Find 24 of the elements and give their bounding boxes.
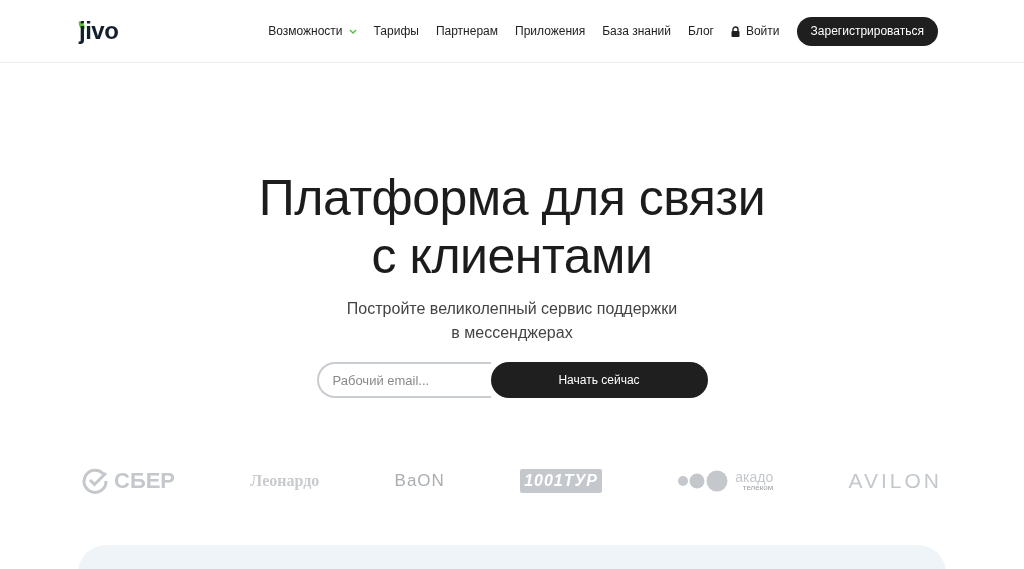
nav-link[interactable]: База знаний xyxy=(602,22,671,40)
lock-icon xyxy=(730,25,740,37)
nav-link[interactable]: Возможности xyxy=(268,22,357,40)
check-circle-icon xyxy=(82,467,108,494)
client-logo-subtext: телеком xyxy=(742,483,774,492)
circles-icon xyxy=(677,469,730,492)
client-logo-text: AVILON xyxy=(848,467,942,494)
client-logo-text: акадо xyxy=(735,469,774,484)
signup-button[interactable]: Зарегистрироваться xyxy=(796,16,938,46)
client-logo-text: 1001ТУР xyxy=(520,468,602,493)
hero-subtitle: Постройте великолепный сервис поддержки в мессенджерах xyxy=(346,299,678,343)
chevron-down-icon xyxy=(348,28,357,34)
leaf-icon xyxy=(78,21,86,30)
nav-link[interactable]: Партнерам xyxy=(435,22,498,40)
hero-title: Платформа для связи с клиентами xyxy=(258,169,766,285)
client-logo-text: BaON xyxy=(394,469,445,492)
logo-text[interactable]: jivo xyxy=(79,19,119,43)
email-field[interactable]: Рабочий email... xyxy=(316,362,491,398)
client-logo-text: СБЕР xyxy=(114,467,176,495)
nav-link[interactable]: Тарифы xyxy=(373,22,419,40)
nav-link[interactable]: Приложения xyxy=(515,22,586,40)
login-link[interactable]: Войти xyxy=(730,22,780,40)
nav-link[interactable]: Блог xyxy=(688,22,714,40)
start-button[interactable]: Начать сейчас xyxy=(490,362,708,398)
